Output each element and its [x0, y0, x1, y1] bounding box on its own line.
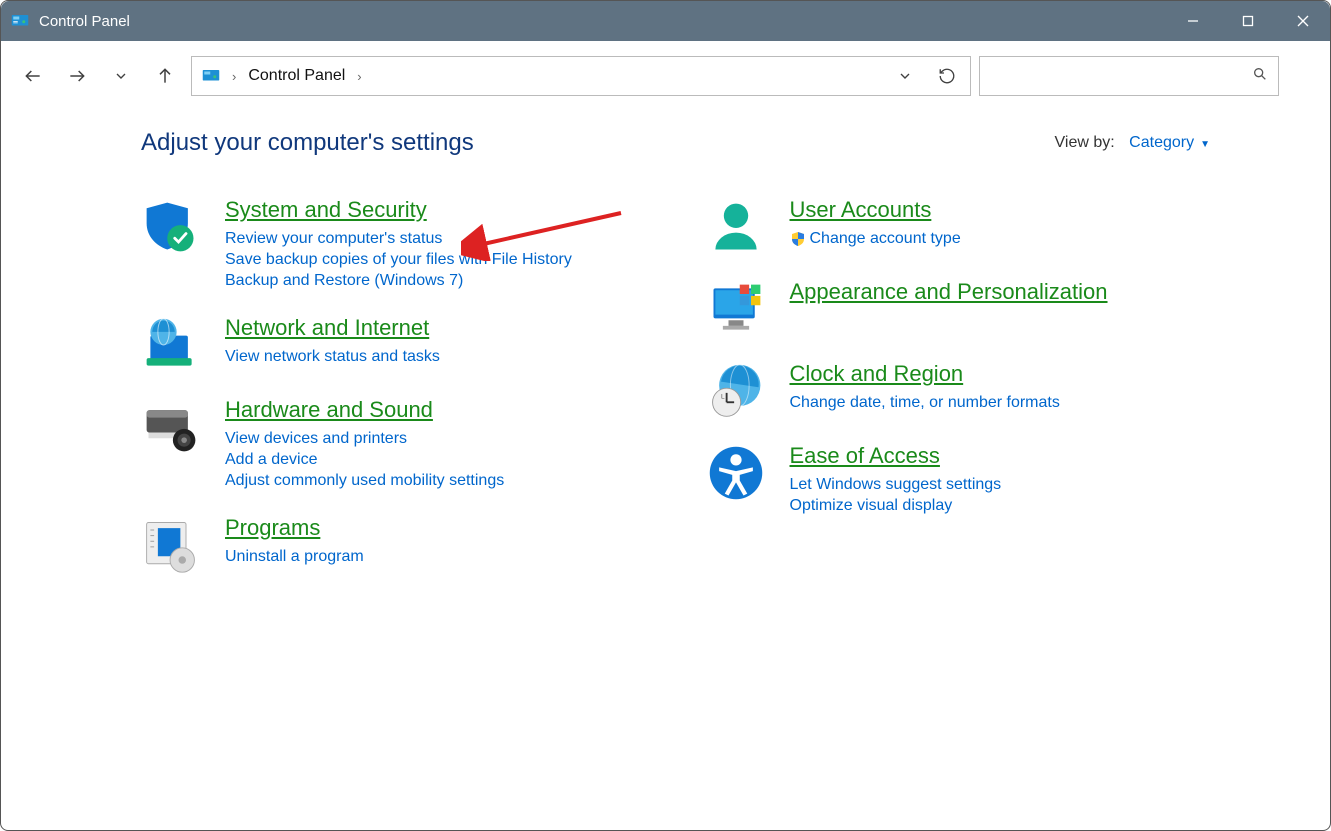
category-user-accounts: User Accounts Change account type [706, 197, 1211, 257]
category-ease-of-access: Ease of Access Let Windows suggest setti… [706, 443, 1211, 518]
chevron-right-icon[interactable]: › [353, 69, 365, 84]
ease-of-access-icon [706, 443, 766, 503]
category-sublink[interactable]: Add a device [225, 451, 504, 469]
breadcrumb-item[interactable]: Control Panel [248, 67, 345, 85]
forward-button[interactable] [59, 58, 95, 94]
close-button[interactable] [1275, 1, 1330, 41]
category-hardware: Hardware and Sound View devices and prin… [141, 397, 646, 493]
category-programs: Programs Uninstall a program [141, 515, 646, 575]
recent-locations-button[interactable] [103, 58, 139, 94]
category-sublink[interactable]: Review your computer's status [225, 230, 572, 248]
chevron-down-icon: ▼ [1200, 139, 1210, 150]
uac-shield-icon [790, 231, 806, 247]
category-clock: L Clock and Region Change date, time, or… [706, 361, 1211, 421]
control-panel-icon [202, 67, 220, 85]
window-controls [1165, 1, 1330, 41]
navbar: › Control Panel › [1, 41, 1330, 111]
search-input[interactable] [990, 68, 1252, 85]
category-appearance: Appearance and Personalization [706, 279, 1211, 339]
category-network: Network and Internet View network status… [141, 315, 646, 375]
address-bar[interactable]: › Control Panel › [191, 56, 971, 96]
category-title-link[interactable]: Programs [225, 515, 320, 541]
category-sublink[interactable]: Let Windows suggest settings [790, 476, 1002, 494]
category-title-link[interactable]: System and Security [225, 197, 427, 223]
svg-text:L: L [721, 394, 725, 401]
view-by-label: View by: [1055, 134, 1115, 151]
programs-icon [141, 515, 201, 575]
category-title-link[interactable]: User Accounts [790, 197, 932, 223]
category-sublink[interactable]: Optimize visual display [790, 497, 1002, 515]
control-panel-icon [11, 12, 29, 30]
search-box[interactable] [979, 56, 1279, 96]
titlebar: Control Panel [1, 1, 1330, 41]
appearance-icon [706, 279, 766, 339]
page-title: Adjust your computer's settings [141, 129, 474, 157]
category-sublink[interactable]: Change account type [790, 230, 961, 248]
history-dropdown-button[interactable] [888, 59, 922, 93]
hardware-icon [141, 397, 201, 457]
category-sublink[interactable]: Uninstall a program [225, 548, 364, 566]
category-title-link[interactable]: Clock and Region [790, 361, 964, 387]
back-button[interactable] [15, 58, 51, 94]
refresh-button[interactable] [930, 59, 964, 93]
category-sublink[interactable]: Change date, time, or number formats [790, 394, 1060, 412]
content-header: Adjust your computer's settings View by:… [141, 129, 1210, 157]
maximize-button[interactable] [1220, 1, 1275, 41]
category-title-link[interactable]: Ease of Access [790, 443, 940, 469]
category-sublink[interactable]: Adjust commonly used mobility settings [225, 472, 504, 490]
content-area: Adjust your computer's settings View by:… [1, 111, 1330, 597]
minimize-button[interactable] [1165, 1, 1220, 41]
category-title-link[interactable]: Network and Internet [225, 315, 429, 341]
category-sublink[interactable]: View network status and tasks [225, 348, 440, 366]
window-title: Control Panel [39, 13, 130, 30]
system-security-icon [141, 197, 201, 257]
category-sublink[interactable]: Backup and Restore (Windows 7) [225, 272, 572, 290]
category-sublink[interactable]: View devices and printers [225, 430, 504, 448]
up-button[interactable] [147, 58, 183, 94]
network-icon [141, 315, 201, 375]
search-icon[interactable] [1252, 66, 1268, 87]
view-by-dropdown[interactable]: Category▼ [1129, 134, 1210, 151]
clock-region-icon: L [706, 361, 766, 421]
category-title-link[interactable]: Hardware and Sound [225, 397, 433, 423]
chevron-right-icon[interactable]: › [228, 69, 240, 84]
category-system-security: System and Security Review your computer… [141, 197, 646, 293]
user-accounts-icon [706, 197, 766, 257]
category-title-link[interactable]: Appearance and Personalization [790, 279, 1108, 305]
category-sublink[interactable]: Save backup copies of your files with Fi… [225, 251, 572, 269]
view-by-control: View by: Category▼ [1055, 134, 1210, 152]
